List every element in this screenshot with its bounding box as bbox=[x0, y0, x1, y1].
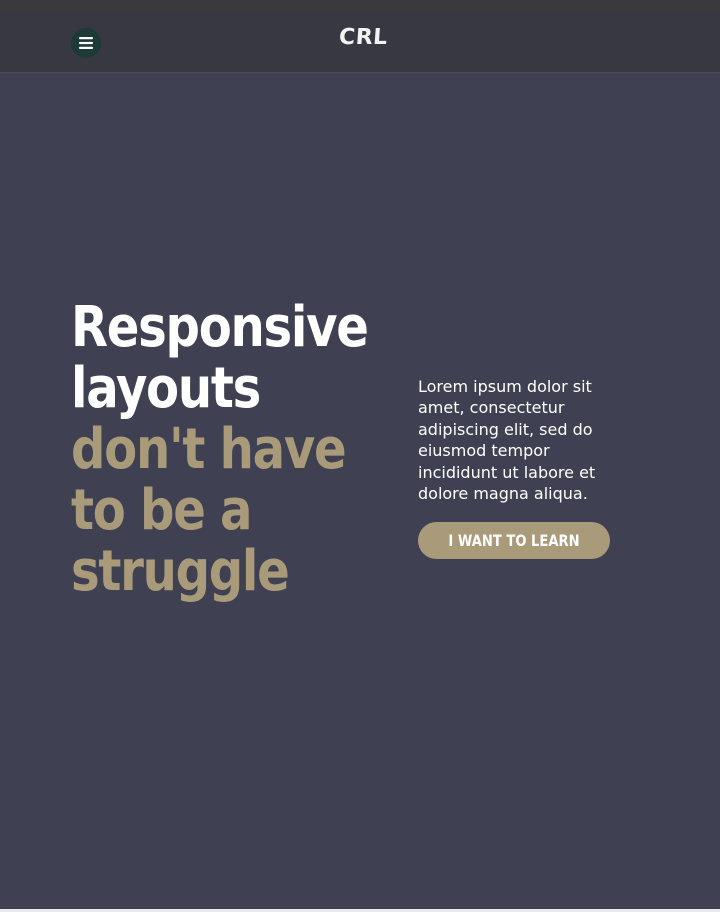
top-strip bbox=[0, 0, 720, 11]
hero-section: Responsive layouts don't have to be a st… bbox=[0, 73, 720, 910]
headline-line: layouts bbox=[71, 356, 261, 421]
hamburger-menu-icon bbox=[79, 37, 93, 49]
headline-accent-line: to be a bbox=[71, 478, 253, 543]
hero-headline: Responsive layouts don't have to be a st… bbox=[71, 295, 369, 604]
logo[interactable]: CRL bbox=[338, 25, 388, 50]
learn-button-label: I WANT TO LEARN bbox=[448, 531, 580, 550]
learn-button[interactable]: I WANT TO LEARN bbox=[418, 522, 610, 559]
hero-description: Lorem ipsum dolor sit amet, consectetur … bbox=[418, 377, 596, 504]
headline-line: Responsive bbox=[71, 295, 369, 360]
headline-accent-line: struggle bbox=[71, 539, 290, 604]
headline-accent-line: don't have bbox=[71, 417, 347, 482]
navbar: CRL bbox=[0, 11, 720, 73]
menu-button[interactable] bbox=[71, 28, 101, 58]
